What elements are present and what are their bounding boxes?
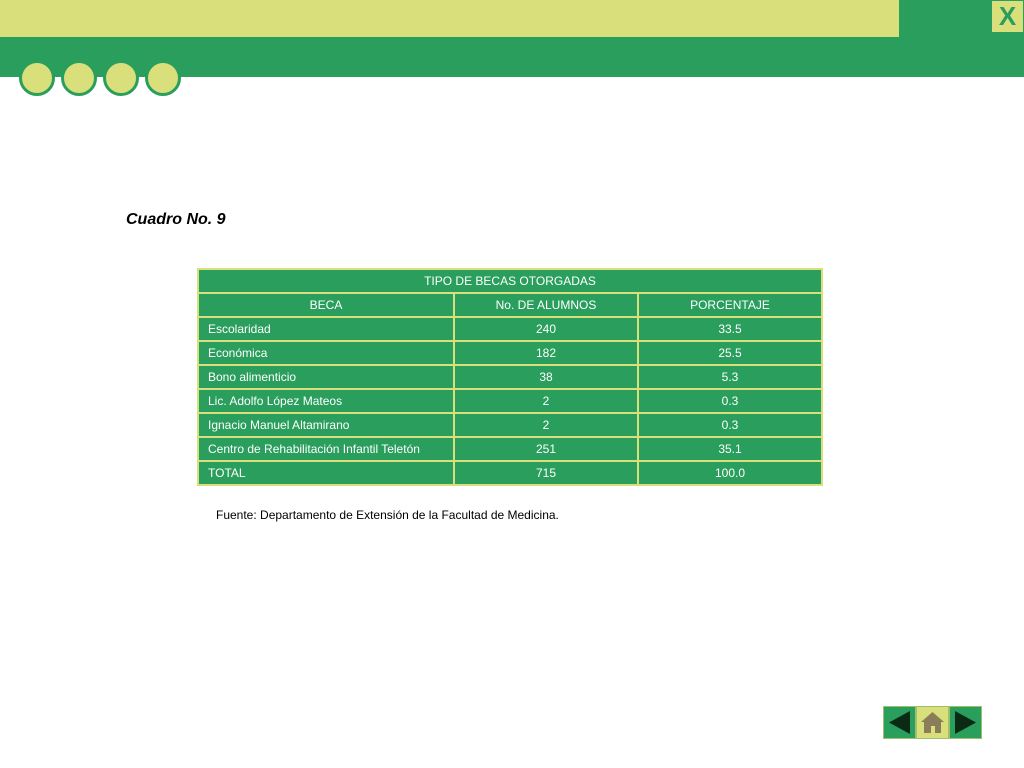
table-title-row: TIPO DE BECAS OTORGADAS bbox=[197, 268, 823, 294]
previous-button[interactable] bbox=[883, 706, 916, 739]
column-header-porcentaje: PORCENTAJE bbox=[637, 292, 823, 318]
cell-porcentaje: 35.1 bbox=[637, 436, 823, 462]
cell-porcentaje: 25.5 bbox=[637, 340, 823, 366]
cell-alumnos: 240 bbox=[453, 316, 639, 342]
cell-alumnos: 2 bbox=[453, 388, 639, 414]
cell-beca: TOTAL bbox=[197, 460, 455, 486]
previous-arrow-icon bbox=[889, 711, 910, 734]
source-note: Fuente: Departamento de Extensión de la … bbox=[216, 508, 559, 522]
column-header-beca: BECA bbox=[197, 292, 455, 318]
cell-alumnos: 251 bbox=[453, 436, 639, 462]
cell-beca: Centro de Rehabilitación Infantil Teletó… bbox=[197, 436, 455, 462]
circle-icon bbox=[61, 60, 97, 96]
cell-beca: Económica bbox=[197, 340, 455, 366]
close-button[interactable]: X bbox=[992, 1, 1023, 32]
cell-beca: Lic. Adolfo López Mateos bbox=[197, 388, 455, 414]
navigation-bar bbox=[883, 706, 982, 739]
column-header-alumnos: No. DE ALUMNOS bbox=[453, 292, 639, 318]
slide-page: X Cuadro No. 9 TIPO DE BECAS OTORGADAS B… bbox=[0, 0, 1024, 768]
home-button[interactable] bbox=[916, 706, 949, 739]
cell-beca: Escolaridad bbox=[197, 316, 455, 342]
table-row: Ignacio Manuel Altamirano 2 0.3 bbox=[197, 412, 823, 438]
table-total-row: TOTAL 715 100.0 bbox=[197, 460, 823, 486]
circle-icon bbox=[19, 60, 55, 96]
cell-alumnos: 2 bbox=[453, 412, 639, 438]
cell-porcentaje: 100.0 bbox=[637, 460, 823, 486]
scholarships-table: TIPO DE BECAS OTORGADAS BECA No. DE ALUM… bbox=[197, 268, 823, 486]
cell-alumnos: 715 bbox=[453, 460, 639, 486]
cell-beca: Bono alimenticio bbox=[197, 364, 455, 390]
table-row: Escolaridad 240 33.5 bbox=[197, 316, 823, 342]
cell-porcentaje: 0.3 bbox=[637, 388, 823, 414]
table-row: Económica 182 25.5 bbox=[197, 340, 823, 366]
cell-beca: Ignacio Manuel Altamirano bbox=[197, 412, 455, 438]
table-row: Bono alimenticio 38 5.3 bbox=[197, 364, 823, 390]
table-caption: Cuadro No. 9 bbox=[126, 211, 226, 228]
decorative-dots bbox=[19, 60, 189, 96]
next-arrow-icon bbox=[955, 711, 976, 734]
table-header-row: BECA No. DE ALUMNOS PORCENTAJE bbox=[197, 292, 823, 318]
cell-porcentaje: 0.3 bbox=[637, 412, 823, 438]
table-row: Lic. Adolfo López Mateos 2 0.3 bbox=[197, 388, 823, 414]
cell-alumnos: 182 bbox=[453, 340, 639, 366]
header-top-bar bbox=[0, 0, 899, 37]
cell-porcentaje: 5.3 bbox=[637, 364, 823, 390]
table-row: Centro de Rehabilitación Infantil Teletó… bbox=[197, 436, 823, 462]
cell-alumnos: 38 bbox=[453, 364, 639, 390]
home-icon bbox=[921, 712, 944, 733]
circle-icon bbox=[145, 60, 181, 96]
cell-porcentaje: 33.5 bbox=[637, 316, 823, 342]
circle-icon bbox=[103, 60, 139, 96]
table-title: TIPO DE BECAS OTORGADAS bbox=[197, 268, 823, 294]
next-button[interactable] bbox=[949, 706, 982, 739]
